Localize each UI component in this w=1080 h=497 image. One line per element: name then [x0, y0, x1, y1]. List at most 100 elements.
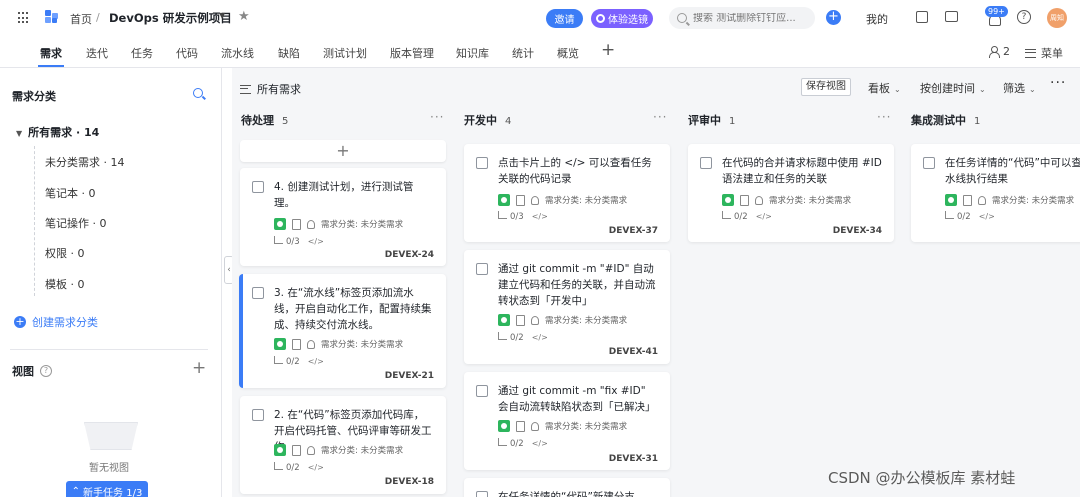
more-icon[interactable]: ···: [1050, 75, 1066, 91]
column-more-icon[interactable]: ···: [430, 110, 444, 124]
tree-item-templates[interactable]: 模板 · 0: [45, 276, 85, 292]
calendar-icon[interactable]: [916, 11, 928, 23]
code-icon[interactable]: </>: [308, 357, 324, 366]
tree-item-notebook[interactable]: 笔记本 · 0: [45, 185, 96, 201]
save-view-button[interactable]: 保存视图: [801, 78, 851, 96]
subtask-icon: [498, 211, 507, 219]
code-icon[interactable]: </>: [532, 333, 548, 342]
column-more-icon[interactable]: ···: [653, 110, 667, 124]
search-icon: [677, 13, 687, 23]
subtask-count: 0/2: [274, 462, 300, 473]
subtask-icon: [945, 211, 954, 219]
onboarding-task-button[interactable]: ⌃ 新手任务 1/3: [66, 481, 148, 497]
tab-test-plan[interactable]: 测试计划: [323, 45, 367, 61]
tree-item-note-ops[interactable]: 笔记操作 · 0: [45, 215, 107, 231]
card-checkbox[interactable]: [476, 263, 488, 275]
board-toolbar: 所有需求 保存视图 看板 ⌄ 按创建时间 ⌄ 筛选 ⌄ ···: [232, 68, 1080, 106]
card-checkbox[interactable]: [252, 409, 264, 421]
card-checkbox[interactable]: [923, 157, 935, 169]
card-checkbox[interactable]: [476, 157, 488, 169]
requirement-card[interactable]: 2. 在“代码”标签页添加代码库，开启代码托管、代码评审等研发工作 需求分类: …: [240, 396, 446, 494]
tab-defects[interactable]: 缺陷: [278, 45, 300, 61]
members-button[interactable]: 2: [988, 45, 1010, 58]
help-icon[interactable]: ?: [40, 365, 52, 377]
card-meta: 需求分类: 未分类需求: [498, 314, 627, 326]
menu-button[interactable]: 菜单: [1025, 45, 1063, 61]
card-checkbox[interactable]: [476, 491, 488, 497]
card-meta: 需求分类: 未分类需求: [274, 444, 403, 456]
requirement-card[interactable]: 通过 git commit -m "fix #ID" 会自动流转缺陷状态到「已解…: [464, 372, 670, 470]
code-icon[interactable]: </>: [979, 212, 995, 221]
tree-item-uncategorized[interactable]: 未分类需求 · 14: [45, 154, 125, 170]
add-view-icon[interactable]: +: [192, 358, 206, 378]
sort-dropdown[interactable]: 按创建时间 ⌄: [920, 80, 986, 96]
code-icon[interactable]: </>: [308, 463, 324, 472]
tab-iterations[interactable]: 迭代: [86, 45, 108, 61]
chevron-down-icon: ⌄: [1029, 85, 1036, 94]
add-card-button[interactable]: +: [240, 140, 446, 162]
requirement-card[interactable]: 点击卡片上的 </> 可以查看任务关联的代码记录 需求分类: 未分类需求 0/3…: [464, 144, 670, 242]
notification-button[interactable]: 99+: [985, 6, 1009, 30]
column-name: 集成测试中: [911, 114, 966, 127]
filter-dropdown[interactable]: 筛选 ⌄: [1003, 80, 1036, 96]
requirement-card-selected[interactable]: 3. 在“流水线”标签页添加流水线，开启自动化工作，配置持续集成、持续交付流水线…: [239, 274, 446, 388]
requirement-card[interactable]: 4. 创建测试计划，进行测试管理。 需求分类: 未分类需求 0/3 </> DE…: [240, 168, 446, 266]
card-checkbox[interactable]: [476, 385, 488, 397]
chevron-down-icon: ⌄: [894, 85, 901, 94]
code-icon[interactable]: </>: [532, 439, 548, 448]
document-icon: [963, 194, 972, 206]
subtask-count: 0/2: [945, 211, 971, 222]
avatar[interactable]: 周知: [1047, 8, 1067, 28]
requirement-card[interactable]: 在代码的合并请求标题中使用 #ID 语法建立和任务的关联 需求分类: 未分类需求…: [688, 144, 894, 242]
card-checkbox[interactable]: [252, 287, 264, 299]
code-icon[interactable]: </>: [532, 212, 548, 221]
tree-item-permissions[interactable]: 权限 · 0: [45, 245, 85, 261]
requirement-card[interactable]: 在任务详情的“代码”新建分支: [464, 478, 670, 497]
card-meta-2: 0/2 </>: [722, 211, 772, 222]
view-mode-label: 看板: [868, 82, 890, 95]
column-more-icon[interactable]: ···: [877, 110, 891, 124]
card-checkbox[interactable]: [252, 181, 264, 193]
trial-button[interactable]: 体验选镜: [591, 9, 653, 28]
tab-statistics[interactable]: 统计: [512, 45, 534, 61]
invite-button[interactable]: 邀请: [546, 9, 583, 28]
tab-knowledge[interactable]: 知识库: [456, 45, 489, 61]
message-icon[interactable]: [945, 11, 958, 22]
code-icon[interactable]: </>: [756, 212, 772, 221]
add-tab-icon[interactable]: +: [601, 40, 615, 60]
card-meta-2: 0/2 </>: [945, 211, 995, 222]
tab-tasks[interactable]: 任务: [131, 45, 153, 61]
tree-root-all[interactable]: ▼ 所有需求 · 14: [16, 124, 99, 140]
all-requirements-toggle[interactable]: 所有需求: [240, 81, 301, 97]
tab-pipeline[interactable]: 流水线: [221, 45, 254, 61]
tab-versions[interactable]: 版本管理: [390, 45, 434, 61]
chevron-down-icon: ⌄: [979, 85, 986, 94]
chevron-down-icon[interactable]: ▼: [219, 11, 225, 20]
card-checkbox[interactable]: [700, 157, 712, 169]
card-meta-2: 0/2 </>: [274, 356, 324, 367]
search-icon[interactable]: [193, 88, 203, 98]
mine-link[interactable]: 我的: [866, 11, 888, 27]
view-mode-dropdown[interactable]: 看板 ⌄: [868, 80, 901, 96]
card-id: DEVEX-41: [608, 347, 658, 357]
requirement-card[interactable]: 在任务详情的“代码”中可以查看流水线执行结果 需求分类: 未分类需求 0/2 <…: [911, 144, 1080, 242]
card-id: DEVEX-31: [608, 454, 658, 464]
breadcrumb-project[interactable]: DevOps 研发示例项目: [109, 10, 232, 26]
requirement-card[interactable]: 通过 git commit -m "#ID" 自动建立代码和任务的关联，并自动流…: [464, 250, 670, 364]
search-input[interactable]: [693, 12, 808, 24]
star-icon[interactable]: ★: [238, 9, 250, 24]
card-title: 通过 git commit -m "fix #ID" 会自动流转缺陷状态到「已解…: [498, 385, 656, 413]
breadcrumb-home[interactable]: 首页: [70, 11, 92, 27]
top-bar: 首页 / DevOps 研发示例项目 ▼ ★ 邀请 体验选镜 + 我的 99+ …: [0, 0, 1080, 36]
apps-grid-icon[interactable]: [18, 12, 30, 24]
global-search[interactable]: [669, 7, 815, 29]
code-icon[interactable]: </>: [308, 237, 324, 246]
tab-requirements[interactable]: 需求: [40, 45, 62, 61]
tab-overview[interactable]: 概览: [557, 45, 579, 61]
priority-tag-icon: [498, 314, 510, 326]
caret-down-icon[interactable]: ▼: [16, 129, 22, 138]
add-icon[interactable]: +: [826, 10, 841, 25]
tab-code[interactable]: 代码: [176, 45, 198, 61]
create-category-button[interactable]: + 创建需求分类: [14, 314, 98, 330]
help-icon[interactable]: ?: [1017, 10, 1031, 24]
